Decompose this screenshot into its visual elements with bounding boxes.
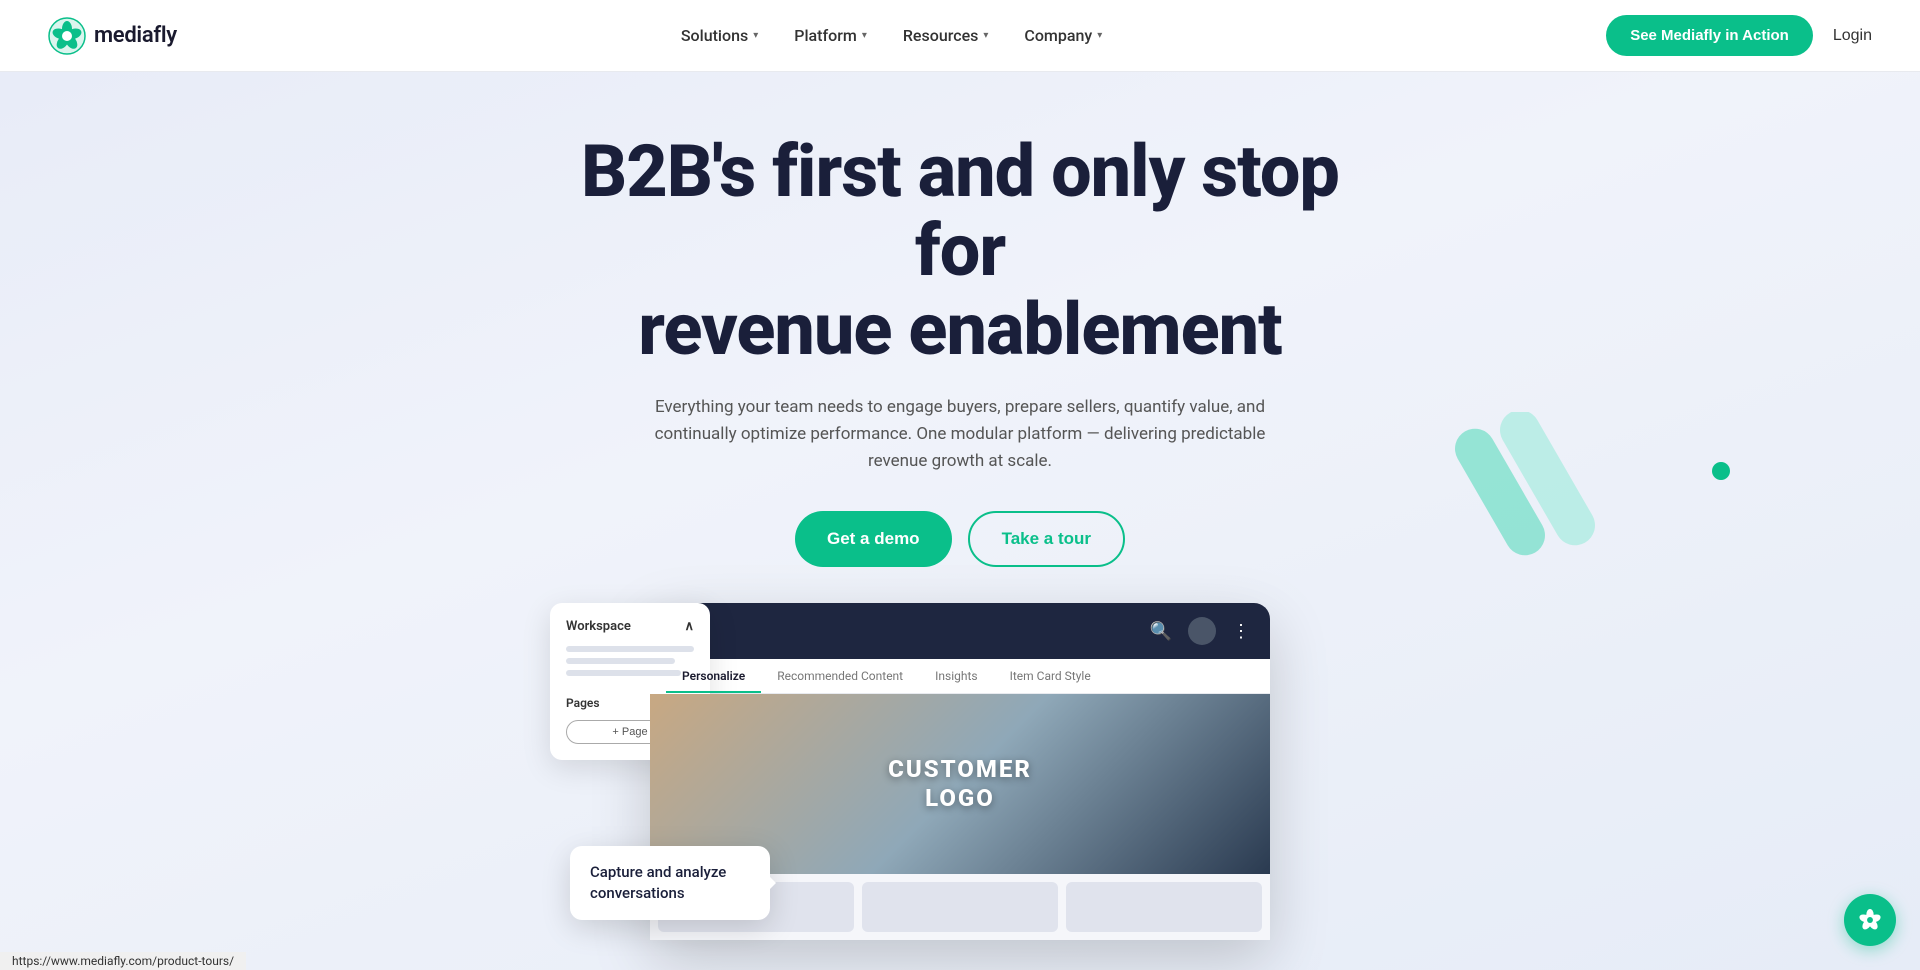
chevron-down-icon: ▾ <box>862 30 867 41</box>
hero-subtitle: Everything your team needs to engage buy… <box>640 394 1280 476</box>
chevron-up-icon: ∧ <box>684 619 694 634</box>
nav-resources[interactable]: Resources ▾ <box>903 26 989 45</box>
sidebar-line <box>566 658 675 664</box>
tooltip-bubble: Capture and analyze conversations <box>570 846 770 920</box>
chevron-down-icon: ▾ <box>983 30 988 41</box>
nav-company[interactable]: Company ▾ <box>1024 26 1102 45</box>
tab-recommended-content[interactable]: Recommended Content <box>761 659 919 693</box>
chevron-down-icon: ▾ <box>753 30 758 41</box>
sidebar-line <box>566 670 681 676</box>
take-tour-button[interactable]: Take a tour <box>968 511 1125 567</box>
logo-link[interactable]: mediafly <box>48 17 177 55</box>
nav-links: Solutions ▾ Platform ▾ Resources ▾ Compa… <box>681 26 1102 45</box>
mockup-topbar: 🔍 ⋮ <box>650 603 1270 659</box>
search-icon[interactable]: 🔍 <box>1150 621 1172 642</box>
hero-section: B2B's first and only stop for revenue en… <box>0 72 1920 970</box>
tab-personalize[interactable]: Personalize <box>666 659 761 693</box>
nav-solutions[interactable]: Solutions ▾ <box>681 26 758 45</box>
mediafly-badge[interactable] <box>1844 894 1896 946</box>
mockup-tabs: Personalize Recommended Content Insights… <box>650 659 1270 694</box>
get-demo-button[interactable]: Get a demo <box>795 511 952 567</box>
hero-title: B2B's first and only stop for revenue en… <box>550 132 1370 370</box>
nav-actions: See Mediafly in Action Login <box>1606 15 1872 56</box>
nav-platform[interactable]: Platform ▾ <box>794 26 867 45</box>
see-mediafly-button[interactable]: See Mediafly in Action <box>1606 15 1813 56</box>
leaf-icon <box>1856 906 1884 934</box>
sidebar-line <box>566 646 694 652</box>
app-mockup: Workspace ∧ Pages ∧ + Page 🔍 ⋮ <box>650 603 1270 940</box>
url-bar: https://www.mediafly.com/product-tours/ <box>0 952 246 970</box>
decorative-shapes <box>1420 412 1660 612</box>
mockup-card <box>862 882 1058 932</box>
sidebar-workspace-title: Workspace ∧ <box>566 619 694 634</box>
login-button[interactable]: Login <box>1833 27 1872 45</box>
tab-item-card-style[interactable]: Item Card Style <box>994 659 1107 693</box>
customer-logo-text: CUSTOMER LOGO <box>888 755 1032 813</box>
decorative-dot <box>1712 462 1730 480</box>
avatar <box>1188 617 1216 645</box>
chevron-down-icon: ▾ <box>1097 30 1102 41</box>
hero-buttons: Get a demo Take a tour <box>795 511 1125 567</box>
more-options-icon[interactable]: ⋮ <box>1232 621 1250 642</box>
mockup-card <box>1066 882 1262 932</box>
logo-text: mediafly <box>94 23 177 48</box>
tab-insights[interactable]: Insights <box>919 659 993 693</box>
mediafly-logo-icon <box>48 17 86 55</box>
navbar: mediafly Solutions ▾ Platform ▾ Resource… <box>0 0 1920 72</box>
